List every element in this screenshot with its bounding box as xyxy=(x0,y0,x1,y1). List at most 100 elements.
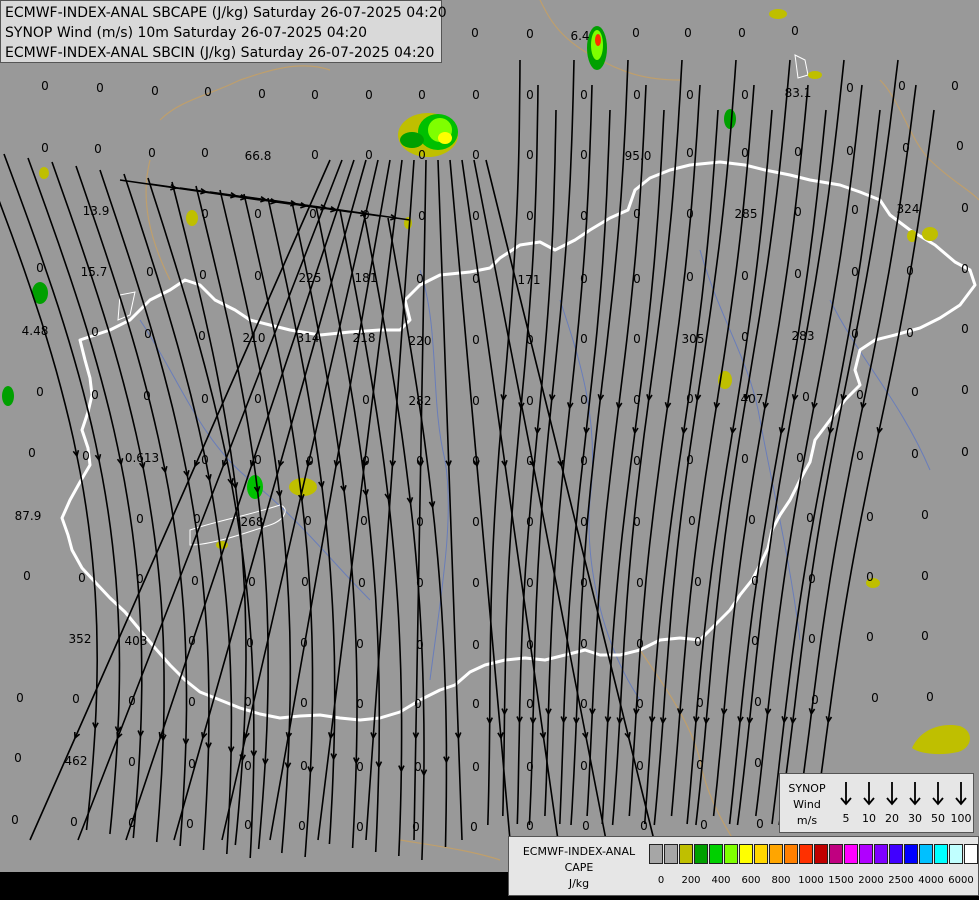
cape-swatch xyxy=(844,844,858,864)
map-value-label: 0 xyxy=(254,269,262,283)
map-value-label: 0 xyxy=(201,453,209,467)
map-value-label: 0 xyxy=(526,88,534,102)
map-value-label: 0 xyxy=(96,81,104,95)
map-value-label: 282 xyxy=(409,394,432,408)
map-value-label: 0 xyxy=(365,88,373,102)
map-value-label: 0 xyxy=(580,209,588,223)
wind-scale-value: 5 xyxy=(842,812,850,825)
cape-tick-label: 600 xyxy=(741,875,761,886)
wind-arrow-icon xyxy=(927,780,949,812)
map-value-label: 0 xyxy=(686,453,694,467)
map-value-label: 0 xyxy=(741,88,749,102)
map-value-label: 0 xyxy=(472,209,480,223)
map-value-label: 0 xyxy=(741,452,749,466)
map-value-label: 210 xyxy=(243,331,266,345)
map-value-label: 0 xyxy=(356,760,364,774)
map-value-label: 0 xyxy=(146,265,154,279)
map-value-label: 0 xyxy=(91,388,99,402)
map-value-label: 0 xyxy=(416,515,424,529)
map-value-label: 0 xyxy=(846,144,854,158)
map-value-label: 0 xyxy=(686,88,694,102)
map-value-label: 220 xyxy=(409,334,432,348)
map-value-label: 0 xyxy=(526,576,534,590)
cape-swatch xyxy=(739,844,753,864)
wind-scale-value: 20 xyxy=(885,812,899,825)
cape-swatch xyxy=(889,844,903,864)
map-value-label: 0 xyxy=(684,26,692,40)
map-value-label: 462 xyxy=(65,754,88,768)
map-viewer: 6.4 83.1 66.8 95.0 13.9 285 324 15.7 225 181 171 4.… xyxy=(0,0,979,900)
map-value-label: 0 xyxy=(356,820,364,834)
map-value-label: 0 xyxy=(201,146,209,160)
cape-legend-title-2: CAPE xyxy=(564,861,594,874)
map-value-label: 0 xyxy=(866,630,874,644)
map-value-label: 0 xyxy=(582,819,590,833)
map-value-label: 0 xyxy=(738,26,746,40)
map-value-label: 0 xyxy=(866,510,874,524)
map-value-label: 0 xyxy=(128,755,136,769)
map-value-label: 0 xyxy=(358,576,366,590)
cape-legend: ECMWF-INDEX-ANAL CAPE J/kg 0 200 400 600 800… xyxy=(508,836,979,896)
title-sbcin: ECMWF-INDEX-ANAL SBCIN (J/kg) Saturday 2… xyxy=(5,45,435,61)
map-value-label: 0 xyxy=(580,332,588,346)
map-value-label: 0 xyxy=(365,148,373,162)
map-value-label: 0 xyxy=(633,88,641,102)
cape-swatch xyxy=(694,844,708,864)
map-value-label: 83.1 xyxy=(785,86,812,100)
map-value-label: 0 xyxy=(144,327,152,341)
cape-swatch xyxy=(784,844,798,864)
map-value-label: 0 xyxy=(636,576,644,590)
map-value-label: 0 xyxy=(961,383,969,397)
map-value-label: 0 xyxy=(694,575,702,589)
map-value-label: 0 xyxy=(696,758,704,772)
map-value-label: 0 xyxy=(300,759,308,773)
map-value-label: 352 xyxy=(69,632,92,646)
map-value-label: 0 xyxy=(526,638,534,652)
map-value-label: 0 xyxy=(911,385,919,399)
map-value-label: 0 xyxy=(636,759,644,773)
wind-arrow-icon xyxy=(904,780,926,812)
map-value-label: 0 xyxy=(472,333,480,347)
map-value-label: 0 xyxy=(921,569,929,583)
cape-tick-label: 1500 xyxy=(828,875,854,886)
map-value-label: 0 xyxy=(244,818,252,832)
cape-tick-label: 6000 xyxy=(948,875,974,886)
map-value-label: 0 xyxy=(360,514,368,528)
map-value-label: 0 xyxy=(416,454,424,468)
map-value-label: 0 xyxy=(851,203,859,217)
map-value-label: 0 xyxy=(306,454,314,468)
map-value-label: 0 xyxy=(136,512,144,526)
wind-scale-value: 100 xyxy=(950,812,972,825)
map-value-label: 0 xyxy=(791,24,799,38)
map-value-label: 0 xyxy=(472,697,480,711)
map-value-label: 0 xyxy=(633,332,641,346)
map-value-label: 0 xyxy=(633,515,641,529)
cape-swatch xyxy=(679,844,693,864)
map-value-label: 0 xyxy=(356,637,364,651)
wind-scale-value: 50 xyxy=(931,812,945,825)
cape-tick-label: 1000 xyxy=(798,875,824,886)
map-value-label: 0 xyxy=(472,272,480,286)
map-value-label: 0 xyxy=(300,696,308,710)
map-value-label: 0 xyxy=(362,208,370,222)
title-sbcape: ECMWF-INDEX-ANAL SBCAPE (J/kg) Saturday … xyxy=(5,5,447,21)
map-value-label: 0 xyxy=(686,146,694,160)
map-value-label: 0 xyxy=(148,146,156,160)
cape-swatch xyxy=(724,844,738,864)
map-value-label: 0 xyxy=(254,207,262,221)
map-value-label: 0 xyxy=(632,26,640,40)
map-value-label: 0 xyxy=(356,697,364,711)
map-value-label: 0 xyxy=(926,690,934,704)
map-value-label: 0 xyxy=(580,88,588,102)
cape-swatch xyxy=(814,844,828,864)
wind-legend-title-2: Wind xyxy=(793,798,821,811)
map-value-label: 0.613 xyxy=(125,451,159,465)
map-canvas[interactable]: 6.4 83.1 66.8 95.0 13.9 285 324 15.7 225 181 171 4.… xyxy=(0,0,979,900)
map-value-label: 0 xyxy=(633,207,641,221)
map-value-label: 0 xyxy=(304,514,312,528)
map-value-label: 0 xyxy=(72,692,80,706)
map-value-label: 95.0 xyxy=(625,149,652,163)
wind-legend-unit: m/s xyxy=(796,814,818,827)
map-value-label: 0 xyxy=(856,449,864,463)
map-value-label: 171 xyxy=(518,273,541,287)
